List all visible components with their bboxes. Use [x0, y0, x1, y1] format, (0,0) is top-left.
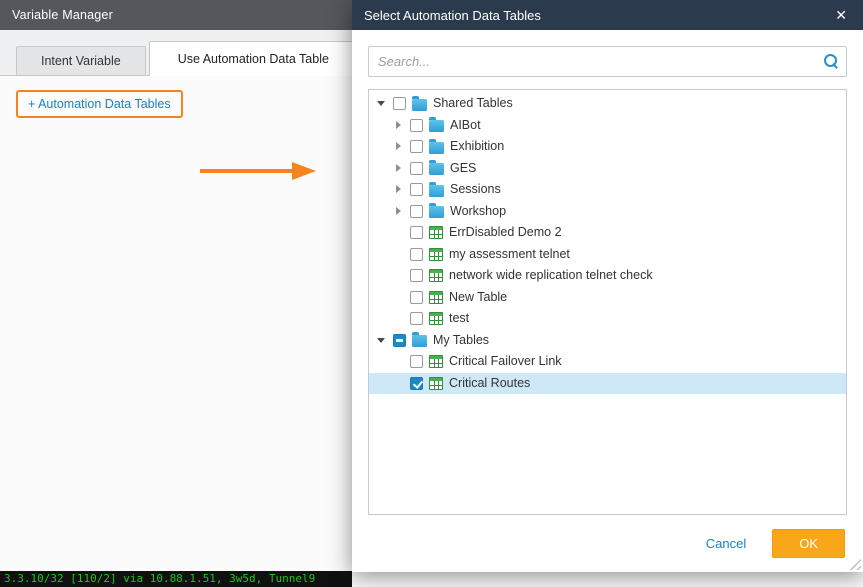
checkbox-unchecked[interactable] — [410, 162, 423, 175]
folder-icon — [429, 185, 444, 197]
terminal-text: 3.3.10/32 [110/2] via 10.88.1.51, 3w5d, … — [4, 572, 315, 585]
tree-item-label[interactable]: Exhibition — [450, 136, 504, 157]
tree-item-label[interactable]: Shared Tables — [433, 93, 513, 114]
collapse-arrow-icon[interactable] — [376, 335, 387, 346]
checkbox-checked[interactable] — [410, 377, 423, 390]
dialog-footer: Cancel OK — [706, 529, 845, 558]
search-box — [368, 46, 847, 77]
arrow-spacer — [393, 249, 404, 260]
collapse-arrow-icon[interactable] — [376, 98, 387, 109]
screen: Variable Manager Intent Variable Use Aut… — [0, 0, 863, 587]
cancel-button[interactable]: Cancel — [706, 536, 746, 551]
tree-item[interactable]: Critical Failover Link — [369, 351, 846, 373]
ok-button[interactable]: OK — [772, 529, 845, 558]
tree-item-label[interactable]: GES — [450, 158, 476, 179]
arrow-spacer — [393, 313, 404, 324]
table-icon — [429, 355, 443, 368]
tree-item-label[interactable]: network wide replication telnet check — [449, 265, 653, 286]
checkbox-unchecked[interactable] — [410, 226, 423, 239]
tree-item-label[interactable]: Critical Failover Link — [449, 351, 562, 372]
folder-icon — [429, 120, 444, 132]
expand-arrow-icon[interactable] — [393, 120, 404, 131]
table-icon — [429, 269, 443, 282]
close-icon[interactable]: ✕ — [831, 6, 851, 24]
tree-item-label[interactable]: New Table — [449, 287, 507, 308]
folder-icon — [429, 142, 444, 154]
tree-item[interactable]: GES — [369, 158, 846, 180]
arrow-spacer — [393, 227, 404, 238]
annotation-arrow-icon — [198, 158, 318, 184]
tree-item[interactable]: Sessions — [369, 179, 846, 201]
tree-item[interactable]: Workshop — [369, 201, 846, 223]
arrow-spacer — [393, 292, 404, 303]
tree-item[interactable]: Exhibition — [369, 136, 846, 158]
arrow-spacer — [393, 270, 404, 281]
folder-icon — [429, 163, 444, 175]
tree-item[interactable]: Shared Tables — [369, 93, 846, 115]
window-title: Variable Manager — [12, 8, 113, 22]
search-input[interactable] — [368, 46, 847, 77]
tree-item[interactable]: Critical Routes — [369, 373, 846, 395]
checkbox-unchecked[interactable] — [393, 97, 406, 110]
checkbox-unchecked[interactable] — [410, 269, 423, 282]
table-icon — [429, 291, 443, 304]
tree-item[interactable]: AIBot — [369, 115, 846, 137]
expand-arrow-icon[interactable] — [393, 206, 404, 217]
tree-item-label[interactable]: Critical Routes — [449, 373, 530, 394]
dialog-body: Shared TablesAIBotExhibitionGESSessionsW… — [352, 30, 863, 572]
folder-icon — [429, 206, 444, 218]
tree-item-label[interactable]: AIBot — [450, 115, 481, 136]
select-automation-data-tables-dialog: Select Automation Data Tables ✕ Shared T… — [352, 0, 863, 572]
tree-item[interactable]: New Table — [369, 287, 846, 309]
arrow-spacer — [393, 356, 404, 367]
dialog-title: Select Automation Data Tables — [364, 8, 541, 23]
tree-item-label[interactable]: test — [449, 308, 469, 329]
table-icon — [429, 248, 443, 261]
search-icon[interactable] — [823, 53, 838, 68]
add-automation-data-tables-link[interactable]: + Automation Data Tables — [16, 90, 183, 118]
table-tree: Shared TablesAIBotExhibitionGESSessionsW… — [368, 89, 847, 515]
tree-item[interactable]: ErrDisabled Demo 2 — [369, 222, 846, 244]
resize-handle[interactable] — [849, 558, 861, 570]
checkbox-unchecked[interactable] — [410, 119, 423, 132]
table-icon — [429, 312, 443, 325]
checkbox-unchecked[interactable] — [410, 183, 423, 196]
folder-icon — [412, 99, 427, 111]
terminal-output: 3.3.10/32 [110/2] via 10.88.1.51, 3w5d, … — [0, 571, 352, 587]
tree-item[interactable]: My Tables — [369, 330, 846, 352]
tree-item-label[interactable]: Workshop — [450, 201, 506, 222]
checkbox-unchecked[interactable] — [410, 205, 423, 218]
table-icon — [429, 226, 443, 239]
dialog-header[interactable]: Select Automation Data Tables ✕ — [352, 0, 863, 30]
checkbox-unchecked[interactable] — [410, 312, 423, 325]
checkbox-unchecked[interactable] — [410, 248, 423, 261]
tree-item-label[interactable]: ErrDisabled Demo 2 — [449, 222, 562, 243]
tab-use-automation-data-table[interactable]: Use Automation Data Table — [149, 41, 358, 76]
checkbox-indeterminate[interactable] — [393, 334, 406, 347]
tree-item[interactable]: network wide replication telnet check — [369, 265, 846, 287]
expand-arrow-icon[interactable] — [393, 141, 404, 152]
tree-item-label[interactable]: my assessment telnet — [449, 244, 570, 265]
expand-arrow-icon[interactable] — [393, 184, 404, 195]
checkbox-unchecked[interactable] — [410, 355, 423, 368]
expand-arrow-icon[interactable] — [393, 163, 404, 174]
folder-icon — [412, 335, 427, 347]
tree-item[interactable]: my assessment telnet — [369, 244, 846, 266]
tree-item-label[interactable]: My Tables — [433, 330, 489, 351]
table-icon — [429, 377, 443, 390]
arrow-spacer — [393, 378, 404, 389]
checkbox-unchecked[interactable] — [410, 140, 423, 153]
tree-item-label[interactable]: Sessions — [450, 179, 501, 200]
tab-intent-variable[interactable]: Intent Variable — [16, 46, 146, 75]
checkbox-unchecked[interactable] — [410, 291, 423, 304]
tree-item[interactable]: test — [369, 308, 846, 330]
